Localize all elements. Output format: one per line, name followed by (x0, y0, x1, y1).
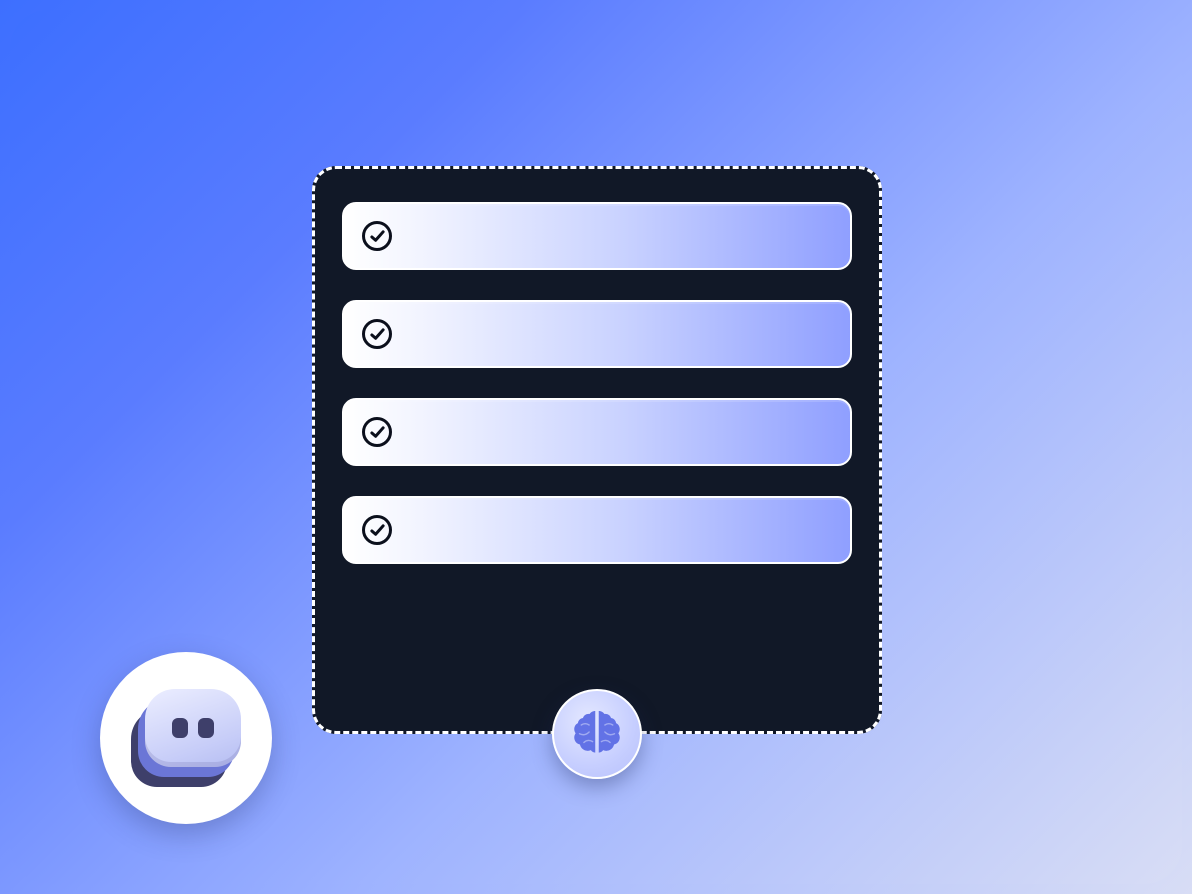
checklist-item (342, 202, 852, 270)
check-circle-icon (362, 417, 392, 447)
gradient-stage (10, 10, 1182, 884)
bot-stack-icon (131, 688, 241, 788)
checklist-item (342, 300, 852, 368)
checklist-item (342, 398, 852, 466)
avatar-badge (100, 652, 272, 824)
check-circle-icon (362, 515, 392, 545)
check-circle-icon (362, 221, 392, 251)
check-circle-icon (362, 319, 392, 349)
checklist-item (342, 496, 852, 564)
brain-badge (552, 689, 642, 779)
brain-icon (569, 704, 625, 765)
checklist-panel (312, 166, 882, 734)
